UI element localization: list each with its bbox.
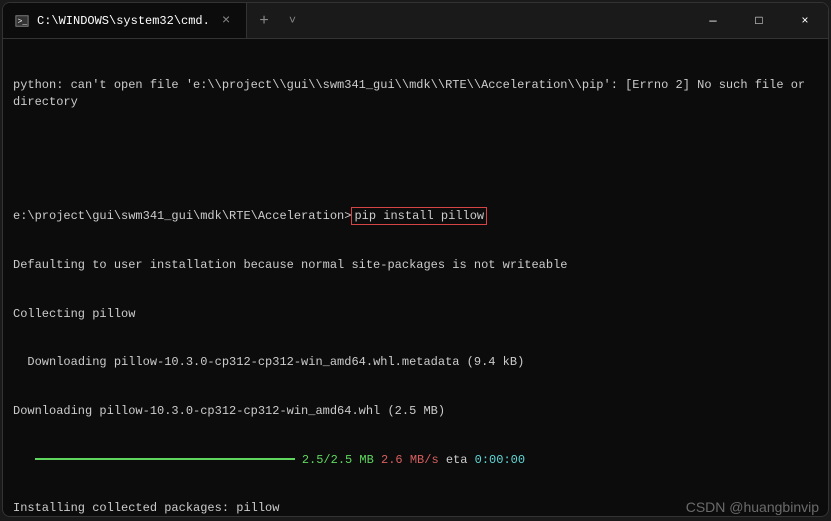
eta-label: eta bbox=[446, 453, 468, 467]
progress-done: 2.5/2.5 MB bbox=[302, 453, 374, 467]
prompt-line: e:\project\gui\swm341_gui\mdk\RTE\Accele… bbox=[13, 207, 818, 225]
output-line: Downloading pillow-10.3.0-cp312-cp312-wi… bbox=[13, 354, 818, 370]
progress-speed: 2.6 MB/s bbox=[381, 453, 439, 467]
progress-line: 2.5/2.5 MB 2.6 MB/s eta 0:00:00 bbox=[13, 452, 818, 468]
tab-strip: >_ C:\WINDOWS\system32\cmd. × + ˅ bbox=[3, 3, 304, 38]
terminal-output[interactable]: python: can't open file 'e:\\project\\gu… bbox=[3, 39, 828, 516]
close-button[interactable]: × bbox=[782, 3, 828, 39]
output-line: Downloading pillow-10.3.0-cp312-cp312-wi… bbox=[13, 403, 818, 419]
new-tab-button[interactable]: + bbox=[247, 12, 281, 30]
tab-close-button[interactable]: × bbox=[218, 13, 234, 29]
error-line: python: can't open file 'e:\\project\\gu… bbox=[13, 77, 818, 109]
tab-dropdown-button[interactable]: ˅ bbox=[281, 14, 304, 28]
window-controls: — □ × bbox=[690, 3, 828, 39]
maximize-button[interactable]: □ bbox=[736, 3, 782, 39]
blank-line bbox=[13, 142, 818, 158]
output-line: Installing collected packages: pillow bbox=[13, 500, 818, 516]
svg-text:>_: >_ bbox=[18, 17, 28, 26]
progress-bar bbox=[35, 458, 295, 460]
output-line: Collecting pillow bbox=[13, 306, 818, 322]
eta-time: 0:00:00 bbox=[475, 453, 525, 467]
minimize-button[interactable]: — bbox=[690, 3, 736, 39]
highlight-box: pip install pillow bbox=[351, 207, 487, 225]
terminal-window: >_ C:\WINDOWS\system32\cmd. × + ˅ — □ × … bbox=[2, 2, 829, 517]
prompt-path: e:\project\gui\swm341_gui\mdk\RTE\Accele… bbox=[13, 209, 351, 223]
tab-title: C:\WINDOWS\system32\cmd. bbox=[37, 14, 210, 28]
output-line: Defaulting to user installation because … bbox=[13, 257, 818, 273]
titlebar: >_ C:\WINDOWS\system32\cmd. × + ˅ — □ × bbox=[3, 3, 828, 39]
cmd-icon: >_ bbox=[15, 14, 29, 28]
tab-cmd[interactable]: >_ C:\WINDOWS\system32\cmd. × bbox=[3, 3, 247, 38]
